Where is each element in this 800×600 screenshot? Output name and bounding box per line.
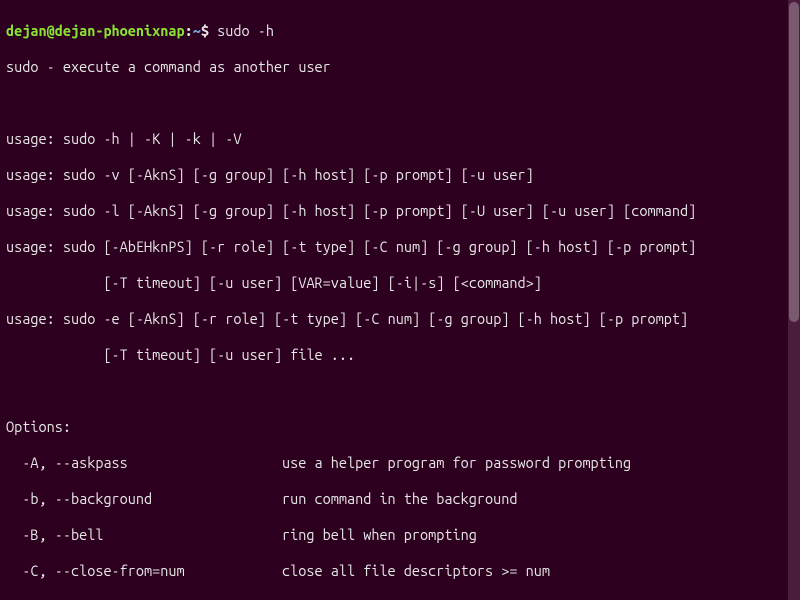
prompt-user-host: dejan@dejan-phoenixnap [6, 22, 185, 39]
prompt-dollar: $ [201, 22, 209, 39]
usage-line: usage: sudo -v [-AknS] [-g group] [-h ho… [6, 166, 790, 184]
option-row: -b, --backgroundrun command in the backg… [6, 490, 790, 508]
entered-command: sudo -h [217, 22, 274, 39]
usage-line: [-T timeout] [-u user] [VAR=value] [-i|-… [6, 274, 790, 292]
option-flag: -b, --background [6, 490, 282, 508]
option-flag: -C, --close-from=num [6, 562, 282, 580]
option-desc: ring bell when prompting [282, 526, 477, 544]
blank-line [6, 382, 790, 400]
usage-line: [-T timeout] [-u user] file ... [6, 346, 790, 364]
scrollbar-track[interactable] [788, 0, 800, 600]
blank-line [6, 94, 790, 112]
option-row: -B, --bellring bell when prompting [6, 526, 790, 544]
option-flag: -A, --askpass [6, 454, 282, 472]
option-flag: -B, --bell [6, 526, 282, 544]
option-desc: use a helper program for password prompt… [282, 454, 631, 472]
sudo-title: sudo - execute a command as another user [6, 58, 790, 76]
option-row: -A, --askpassuse a helper program for pa… [6, 454, 790, 472]
prompt-separator: : [185, 22, 193, 39]
prompt-line: dejan@dejan-phoenixnap:~$ sudo -h [6, 22, 790, 40]
terminal-window[interactable]: dejan@dejan-phoenixnap:~$ sudo -h sudo -… [0, 0, 796, 600]
option-desc: run command in the background [282, 490, 517, 508]
usage-line: usage: sudo -l [-AknS] [-g group] [-h ho… [6, 202, 790, 220]
usage-line: usage: sudo -h | -K | -k | -V [6, 130, 790, 148]
scrollbar-thumb[interactable] [789, 2, 799, 322]
option-desc: close all file descriptors >= num [282, 562, 550, 580]
options-header: Options: [6, 418, 790, 436]
option-row: -C, --close-from=numclose all file descr… [6, 562, 790, 580]
usage-line: usage: sudo -e [-AknS] [-r role] [-t typ… [6, 310, 790, 328]
usage-line: usage: sudo [-AbEHknPS] [-r role] [-t ty… [6, 238, 790, 256]
prompt-path: ~ [193, 22, 201, 39]
